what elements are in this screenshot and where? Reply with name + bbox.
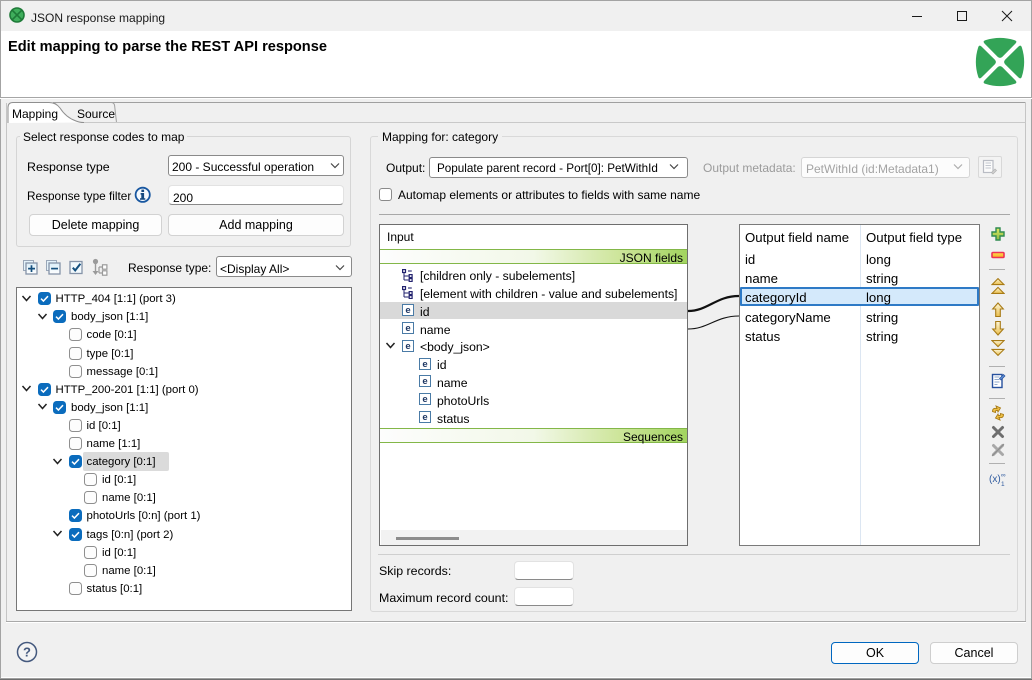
svg-text:e: e — [422, 394, 427, 405]
svg-text:?: ? — [23, 645, 31, 660]
svg-text:e: e — [405, 341, 410, 352]
svg-text:e: e — [422, 377, 427, 388]
svg-text:e: e — [422, 359, 427, 370]
svg-text:(x): (x) — [989, 474, 1001, 485]
svg-text:e: e — [405, 323, 410, 334]
svg-text:1: 1 — [1001, 481, 1005, 486]
svg-text:e: e — [405, 305, 410, 316]
svg-text:e: e — [422, 412, 427, 423]
svg-text:∞: ∞ — [1001, 472, 1006, 479]
